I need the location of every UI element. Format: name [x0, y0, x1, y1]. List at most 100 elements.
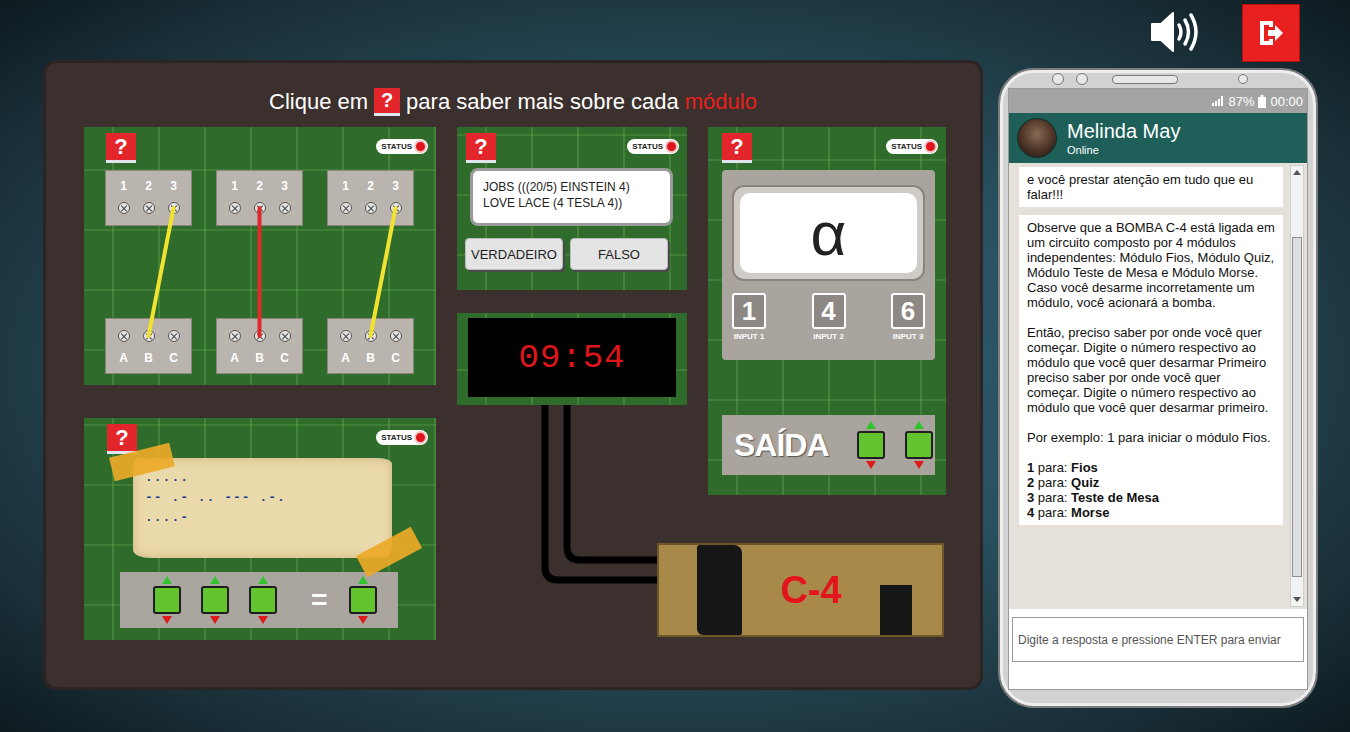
contact-name: Melinda May [1067, 119, 1180, 143]
digit-switch [153, 576, 181, 624]
sound-button[interactable] [1148, 9, 1200, 58]
contact-avatar [1017, 118, 1057, 158]
tape [697, 545, 742, 635]
pin-label: B [136, 348, 161, 368]
screw[interactable] [247, 324, 272, 348]
scrollbar[interactable] [1290, 165, 1304, 607]
module-header: ?STATUS [84, 418, 436, 454]
digit-switch [249, 576, 277, 624]
scroll-down-icon[interactable] [1293, 597, 1301, 602]
help-button[interactable]: ? [107, 424, 137, 454]
pin-label: 3 [383, 176, 408, 196]
input-label: INPUT 1 [734, 332, 765, 342]
screw[interactable] [272, 324, 297, 348]
switch-button[interactable] [349, 586, 377, 614]
up-arrow-icon[interactable] [258, 576, 268, 584]
digit-switch [201, 576, 229, 624]
switch-button[interactable] [201, 586, 229, 614]
wire[interactable] [258, 208, 262, 336]
switch-button[interactable] [249, 586, 277, 614]
module-option: 2 para: Quiz [1027, 475, 1275, 490]
screw[interactable] [136, 196, 161, 220]
phone: 87%00:00Melinda MayOnlinee você prestar … [998, 68, 1318, 708]
exit-button[interactable] [1242, 4, 1300, 62]
pin-labels: 123 [222, 176, 297, 196]
answer-button[interactable]: VERDADEIRO [465, 238, 563, 270]
down-arrow-icon[interactable] [358, 616, 368, 624]
scroll-up-icon[interactable] [1293, 170, 1301, 175]
pin-label: B [247, 348, 272, 368]
camera-icon [1052, 73, 1064, 85]
title-highlight: módulo [685, 88, 757, 127]
up-arrow-icon[interactable] [866, 421, 876, 429]
wire[interactable] [371, 208, 396, 336]
quiz-buttons: VERDADEIROFALSO [457, 238, 687, 270]
screw[interactable] [358, 324, 383, 348]
terminal-plate: 123 [105, 170, 192, 226]
screw[interactable] [333, 324, 358, 348]
help-button[interactable]: ? [106, 133, 136, 163]
contact-info: Melinda MayOnline [1067, 119, 1180, 157]
screw[interactable] [272, 196, 297, 220]
switch-button[interactable] [905, 431, 933, 459]
up-arrow-icon[interactable] [210, 576, 220, 584]
right-modules: ?STATUSJOBS (((20/5) EINSTEIN 4) LOVE LA… [457, 127, 946, 495]
scroll-thumb[interactable] [1292, 237, 1302, 577]
down-arrow-icon[interactable] [162, 616, 172, 624]
screw[interactable] [161, 324, 186, 348]
help-button[interactable]: ? [466, 133, 496, 163]
desk-test-module: ?STATUSα1INPUT 14INPUT 26INPUT 3SAÍDA [708, 127, 946, 495]
wires-module: ?STATUS123123123ABCABCABC [84, 127, 436, 385]
chat-input[interactable] [1012, 617, 1304, 662]
quiz-module: ?STATUSJOBS (((20/5) EINSTEIN 4) LOVE LA… [457, 127, 687, 290]
screw[interactable] [136, 324, 161, 348]
phone-top [1000, 70, 1316, 88]
switch-button[interactable] [857, 431, 885, 459]
tape [880, 585, 912, 635]
message-paragraph: Então, preciso saber por onde você quer … [1027, 325, 1275, 415]
module-header: ?STATUS [457, 127, 687, 163]
answer-button[interactable]: FALSO [570, 238, 668, 270]
screw[interactable] [222, 324, 247, 348]
down-arrow-icon[interactable] [210, 616, 220, 624]
screw-row [333, 324, 408, 348]
battery-level: 87% [1228, 94, 1254, 109]
terminal-plate: 123 [327, 170, 414, 226]
symbol-display: α [740, 193, 917, 273]
down-arrow-icon[interactable] [866, 461, 876, 469]
morse-inputs [153, 576, 277, 624]
middle-column: ?STATUSJOBS (((20/5) EINSTEIN 4) LOVE LA… [457, 127, 687, 495]
morse-module: ?STATUS.....-- .- .. --- .-.....-= [84, 418, 436, 640]
screw[interactable] [383, 196, 408, 220]
terminal-plate: ABC [216, 318, 303, 374]
screw[interactable] [358, 196, 383, 220]
wire-layer [84, 127, 436, 385]
screw[interactable] [111, 324, 136, 348]
switch-button[interactable] [153, 586, 181, 614]
screw[interactable] [247, 196, 272, 220]
timer-display: 09:54 [468, 318, 676, 397]
help-button[interactable]: ? [722, 133, 752, 163]
wire[interactable] [149, 208, 174, 336]
morse-line: ..... [145, 468, 380, 488]
module-option: 3 para: Teste de Mesa [1027, 490, 1275, 505]
up-arrow-icon[interactable] [914, 421, 924, 429]
output-switch [905, 421, 933, 469]
output-label: SAÍDA [734, 427, 829, 464]
input-box: 6INPUT 3 [891, 293, 925, 342]
status-badge: STATUS [376, 139, 428, 154]
morse-input-bar: = [120, 572, 398, 628]
up-arrow-icon[interactable] [162, 576, 172, 584]
pin-label: A [111, 348, 136, 368]
message-paragraph: Por exemplo: 1 para iniciar o módulo Fio… [1027, 430, 1275, 445]
output-switches [857, 421, 935, 469]
screw[interactable] [111, 196, 136, 220]
screw[interactable] [222, 196, 247, 220]
down-arrow-icon[interactable] [914, 461, 924, 469]
down-arrow-icon[interactable] [258, 616, 268, 624]
screw-row [222, 196, 297, 220]
screw[interactable] [383, 324, 408, 348]
screw[interactable] [161, 196, 186, 220]
pin-label: B [358, 348, 383, 368]
screw[interactable] [333, 196, 358, 220]
